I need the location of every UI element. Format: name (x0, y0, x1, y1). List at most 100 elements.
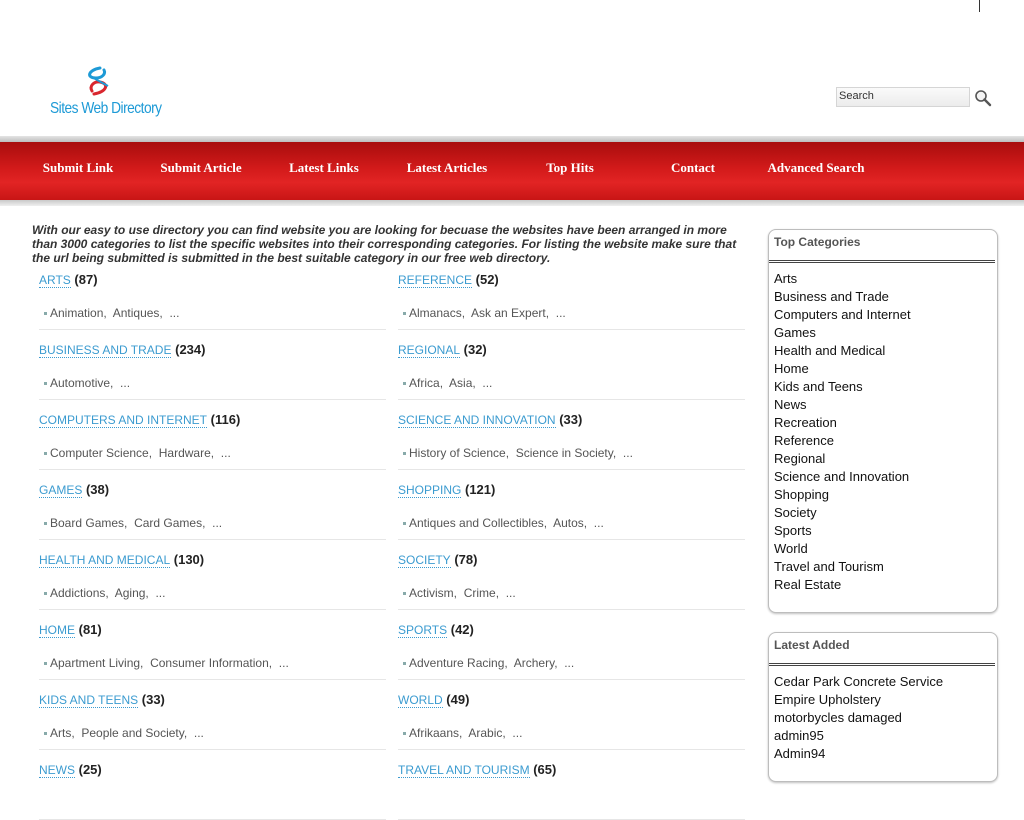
subcategory-link[interactable]: Archery (514, 656, 554, 670)
latest-added-link[interactable]: Admin94 (774, 745, 943, 763)
subcategory-link[interactable]: Adventure Racing (409, 656, 504, 670)
subcategory-link[interactable]: Addictions (50, 586, 105, 600)
top-category-link[interactable]: Real Estate (774, 576, 911, 594)
top-category-link[interactable]: Science and Innovation (774, 468, 911, 486)
top-category-link[interactable]: Health and Medical (774, 342, 911, 360)
more-subcategories-link[interactable]: ... (212, 516, 222, 530)
more-subcategories-link[interactable]: ... (564, 656, 574, 670)
category-header: COMPUTERS AND INTERNET (116) (39, 412, 240, 428)
latest-added-link[interactable]: Empire Upholstery (774, 691, 943, 709)
top-category-link[interactable]: World (774, 540, 911, 558)
subcategory-link[interactable]: Afrikaans (409, 726, 459, 740)
category-title-link[interactable]: HEALTH AND MEDICAL (39, 553, 171, 568)
subcategory-link[interactable]: Ask an Expert (471, 306, 546, 320)
search-input[interactable]: Search (836, 87, 970, 107)
subcategory-link[interactable]: Animation (50, 306, 103, 320)
more-subcategories-link[interactable]: ... (512, 726, 522, 740)
subcategory-link[interactable]: Aging (115, 586, 146, 600)
top-category-link[interactable]: Regional (774, 450, 911, 468)
subcategory-link[interactable]: People and Society (81, 726, 184, 740)
subcategory-link[interactable]: Autos (553, 516, 584, 530)
nav-contact[interactable]: Contact (638, 160, 748, 176)
category-title-link[interactable]: GAMES (39, 483, 83, 498)
subcategory-link[interactable]: Automotive (50, 376, 110, 390)
top-category-link[interactable]: Shopping (774, 486, 911, 504)
more-subcategories-link[interactable]: ... (623, 446, 633, 460)
top-category-link[interactable]: Recreation (774, 414, 911, 432)
subcategory-link[interactable]: Antiques (113, 306, 160, 320)
category-block: ARTS (87) Animation, Antiques, ... (39, 272, 386, 330)
nav-latest-links[interactable]: Latest Links (269, 160, 379, 176)
top-categories-box: Top Categories Arts Business and Trade Com… (768, 229, 998, 613)
category-title-link[interactable]: NEWS (39, 763, 75, 778)
category-title-link[interactable]: BUSINESS AND TRADE (39, 343, 172, 358)
more-subcategories-link[interactable]: ... (169, 306, 179, 320)
top-category-link[interactable]: Reference (774, 432, 911, 450)
nav-latest-articles[interactable]: Latest Articles (392, 160, 502, 176)
subcategory-link[interactable]: Consumer Information (150, 656, 269, 670)
nav-submit-article[interactable]: Submit Article (146, 160, 256, 176)
top-category-link[interactable]: News (774, 396, 911, 414)
more-subcategories-link[interactable]: ... (279, 656, 289, 670)
more-subcategories-link[interactable]: ... (194, 726, 204, 740)
subcategory-link[interactable]: Asia (449, 376, 472, 390)
subcategory-link[interactable]: Card Games (134, 516, 202, 530)
bullet-icon (44, 592, 47, 596)
more-subcategories-link[interactable]: ... (221, 446, 231, 460)
top-category-link[interactable]: Games (774, 324, 911, 342)
top-category-link[interactable]: Business and Trade (774, 288, 911, 306)
subcategory-link[interactable]: Crime (464, 586, 496, 600)
top-category-link[interactable]: Travel and Tourism (774, 558, 911, 576)
top-category-link[interactable]: Arts (774, 270, 911, 288)
subcategory-link[interactable]: Computer Science (50, 446, 149, 460)
site-logo[interactable]: Sites Web Directory (50, 64, 162, 134)
category-title-link[interactable]: SHOPPING (398, 483, 462, 498)
top-category-link[interactable]: Society (774, 504, 911, 522)
logo-swirl-icon (88, 66, 109, 96)
nav-submit-link[interactable]: Submit Link (23, 160, 133, 176)
top-category-link[interactable]: Home (774, 360, 911, 378)
category-title-link[interactable]: HOME (39, 623, 75, 638)
subcategory-link[interactable]: Arts (50, 726, 71, 740)
bullet-icon (44, 452, 47, 456)
top-category-link[interactable]: Computers and Internet (774, 306, 911, 324)
top-category-link[interactable]: Kids and Teens (774, 378, 911, 396)
category-title-link[interactable]: KIDS AND TEENS (39, 693, 139, 708)
subcategory-link[interactable]: Almanacs (409, 306, 462, 320)
subcategory-link[interactable]: Apartment Living (50, 656, 140, 670)
category-block: REGIONAL (32) Africa, Asia, ... (398, 342, 745, 400)
nav-top-hits[interactable]: Top Hits (515, 160, 625, 176)
more-subcategories-link[interactable]: ... (482, 376, 492, 390)
category-title-link[interactable]: COMPUTERS AND INTERNET (39, 413, 208, 428)
category-title-link[interactable]: REFERENCE (398, 273, 473, 288)
subcategory-link[interactable]: Hardware (159, 446, 211, 460)
category-title-link[interactable]: SOCIETY (398, 553, 451, 568)
more-subcategories-link[interactable]: ... (556, 306, 566, 320)
more-subcategories-link[interactable]: ... (120, 376, 130, 390)
subcategory-link[interactable]: Antiques and Collectibles (409, 516, 544, 530)
subcategory-link[interactable]: Africa (409, 376, 440, 390)
latest-added-link[interactable]: admin95 (774, 727, 943, 745)
subcategory-link[interactable]: Board Games (50, 516, 124, 530)
search-icon[interactable] (973, 88, 993, 108)
category-title-link[interactable]: ARTS (39, 273, 71, 288)
subcategory-link[interactable]: Activism (409, 586, 454, 600)
more-subcategories-link[interactable]: ... (594, 516, 604, 530)
subcategory-link[interactable]: History of Science (409, 446, 506, 460)
category-title-link[interactable]: WORLD (398, 693, 443, 708)
nav-advanced-search[interactable]: Advanced Search (761, 160, 871, 176)
category-block: HOME (81) Apartment Living, Consumer Info… (39, 622, 386, 680)
subcategory-link[interactable]: Arabic (468, 726, 502, 740)
latest-added-link[interactable]: Cedar Park Concrete Service (774, 673, 943, 691)
category-title-link[interactable]: SPORTS (398, 623, 448, 638)
category-count: (42) (450, 622, 474, 637)
category-title-link[interactable]: REGIONAL (398, 343, 461, 358)
top-category-link[interactable]: Sports (774, 522, 911, 540)
more-subcategories-link[interactable]: ... (155, 586, 165, 600)
category-title-link[interactable]: SCIENCE AND INNOVATION (398, 413, 556, 428)
latest-added-link[interactable]: motorbycles damaged (774, 709, 943, 727)
category-title-link[interactable]: TRAVEL AND TOURISM (398, 763, 530, 778)
more-subcategories-link[interactable]: ... (506, 586, 516, 600)
subcategory-link[interactable]: Science in Society (516, 446, 613, 460)
category-header: REFERENCE (52) (398, 272, 499, 288)
